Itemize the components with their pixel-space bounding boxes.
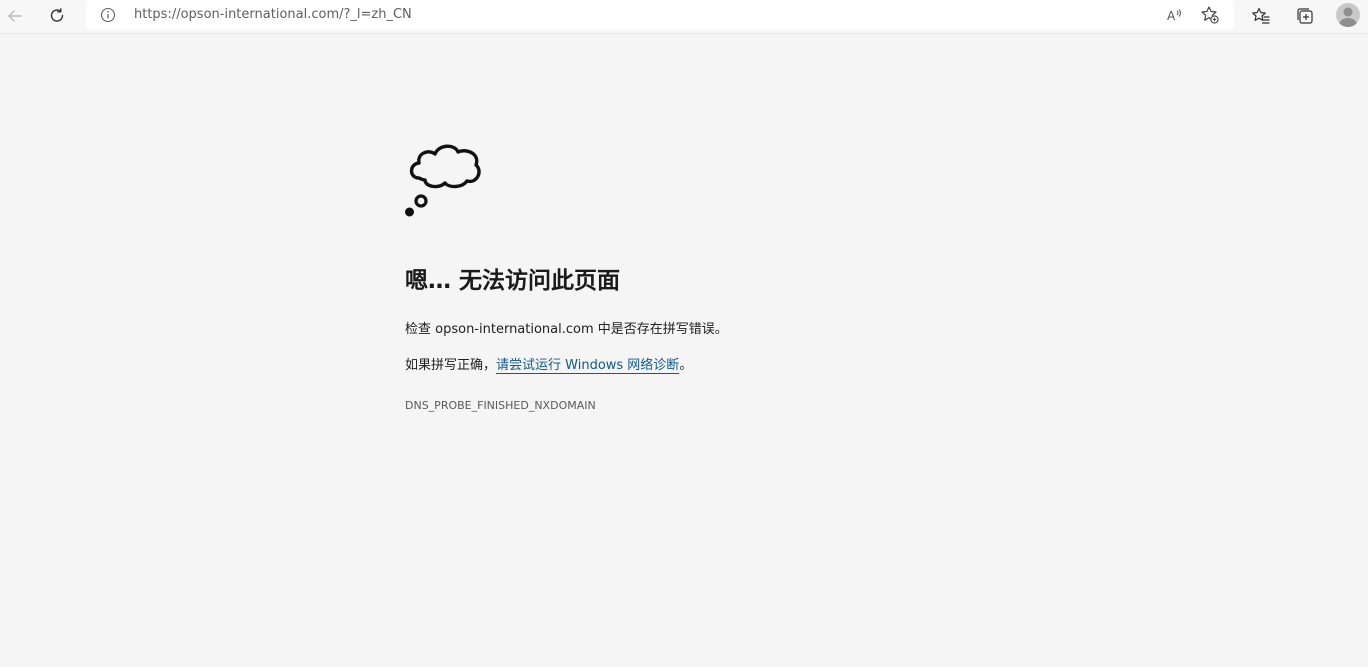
spelling-ok-suffix: 。 xyxy=(679,358,693,373)
info-icon[interactable] xyxy=(100,7,116,23)
network-diagnostics-link[interactable]: 请尝试运行 Windows 网络诊断 xyxy=(496,358,680,374)
spelling-check-text: 检查 opson-international.com 中是否存在拼写错误。 xyxy=(405,321,728,339)
domain-name: opson-international.com xyxy=(435,322,594,337)
favorites-icon[interactable] xyxy=(1246,2,1276,30)
check-prefix: 检查 xyxy=(405,322,436,337)
refresh-icon[interactable] xyxy=(42,2,72,30)
svg-text:A: A xyxy=(1167,9,1176,23)
arrow-left-icon[interactable] xyxy=(0,2,30,30)
browser-toolbar: https://opson-international.com/?_l=zh_C… xyxy=(0,0,1368,34)
read-aloud-icon[interactable]: A xyxy=(1159,1,1189,29)
profile-avatar-icon[interactable] xyxy=(1336,3,1360,27)
page-title: 嗯… 无法访问此页面 xyxy=(405,268,621,294)
error-code: DNS_PROBE_FINISHED_NXDOMAIN xyxy=(405,399,596,412)
add-favorite-icon[interactable] xyxy=(1195,1,1225,29)
check-suffix: 中是否存在拼写错误。 xyxy=(593,322,728,337)
spelling-ok-prefix: 如果拼写正确， xyxy=(405,358,497,373)
address-bar[interactable]: https://opson-international.com/?_l=zh_C… xyxy=(86,0,1234,30)
collections-icon[interactable] xyxy=(1290,2,1320,30)
address-url[interactable]: https://opson-international.com/?_l=zh_C… xyxy=(134,7,412,23)
diagnostics-text: 如果拼写正确，请尝试运行 Windows 网络诊断。 xyxy=(405,357,692,375)
thought-cloud-icon xyxy=(405,140,485,224)
